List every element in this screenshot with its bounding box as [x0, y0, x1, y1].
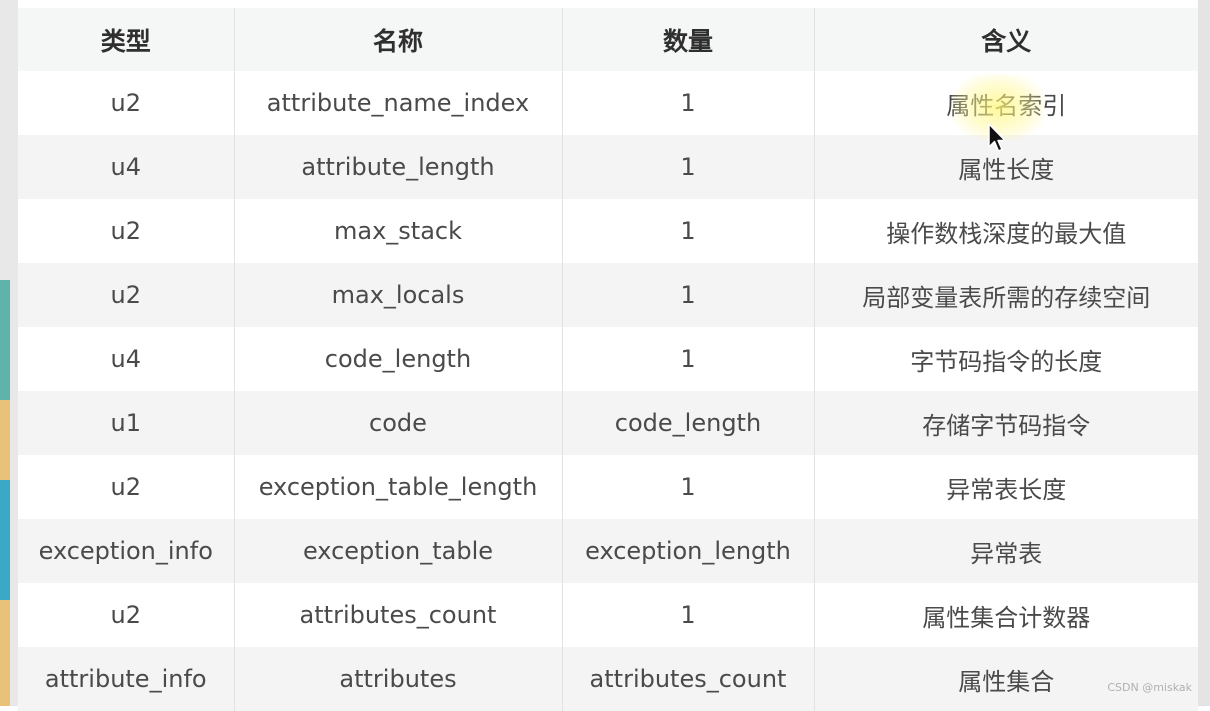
table-row: u2 max_stack 1 操作数栈深度的最大值 [18, 199, 1198, 263]
cell-name: exception_table_length [234, 455, 563, 519]
cell-name: max_stack [234, 199, 563, 263]
header-meaning: 含义 [814, 8, 1198, 71]
cell-type: exception_info [18, 519, 235, 583]
cell-count: 1 [562, 199, 815, 263]
cell-count: exception_length [562, 519, 815, 583]
cell-name: code [234, 391, 563, 455]
cell-meaning: 局部变量表所需的存续空间 [814, 263, 1198, 327]
header-name: 名称 [234, 8, 563, 71]
cell-meaning: 属性集合 [814, 647, 1198, 711]
table-row: attribute_info attributes attributes_cou… [18, 647, 1198, 711]
cell-meaning: 异常表长度 [814, 455, 1198, 519]
cell-name: attributes [234, 647, 563, 711]
cell-count: 1 [562, 583, 815, 647]
header-type: 类型 [18, 8, 235, 71]
cell-name: max_locals [234, 263, 563, 327]
cell-count: attributes_count [562, 647, 815, 711]
cell-meaning: 存储字节码指令 [814, 391, 1198, 455]
cell-name: attributes_count [234, 583, 563, 647]
table-row: u4 code_length 1 字节码指令的长度 [18, 327, 1198, 391]
cell-type: u2 [18, 455, 235, 519]
cell-type: u2 [18, 263, 235, 327]
table-row: u1 code code_length 存储字节码指令 [18, 391, 1198, 455]
table-row: exception_info exception_table exception… [18, 519, 1198, 583]
cell-type: u2 [18, 199, 235, 263]
background-window-strip [0, 0, 18, 706]
code-attribute-table: 类型 名称 数量 含义 u2 attribute_name_index 1 属性… [18, 8, 1198, 711]
table-row: u2 max_locals 1 局部变量表所需的存续空间 [18, 263, 1198, 327]
watermark: CSDN @miskak [1107, 681, 1192, 694]
table-row: u2 attribute_name_index 1 属性名索引 [18, 71, 1198, 135]
cell-type: u2 [18, 71, 235, 135]
cell-type: attribute_info [18, 647, 235, 711]
mouse-pointer-icon [988, 123, 1006, 152]
cell-meaning: 字节码指令的长度 [814, 327, 1198, 391]
cell-name: exception_table [234, 519, 563, 583]
cell-type: u4 [18, 327, 235, 391]
table-row: u2 exception_table_length 1 异常表长度 [18, 455, 1198, 519]
cell-name: code_length [234, 327, 563, 391]
cell-count: 1 [562, 135, 815, 199]
cell-name: attribute_length [234, 135, 563, 199]
cell-meaning: 属性集合计数器 [814, 583, 1198, 647]
table-row: u4 attribute_length 1 属性长度 [18, 135, 1198, 199]
cell-count: 1 [562, 263, 815, 327]
cell-count: 1 [562, 455, 815, 519]
cell-count: 1 [562, 327, 815, 391]
cell-meaning: 操作数栈深度的最大值 [814, 199, 1198, 263]
cell-count: 1 [562, 71, 815, 135]
cell-type: u1 [18, 391, 235, 455]
cell-type: u4 [18, 135, 235, 199]
cell-count: code_length [562, 391, 815, 455]
cell-type: u2 [18, 583, 235, 647]
table-row: u2 attributes_count 1 属性集合计数器 [18, 583, 1198, 647]
table-header-row: 类型 名称 数量 含义 [18, 8, 1198, 71]
header-count: 数量 [562, 8, 815, 71]
cell-meaning: 异常表 [814, 519, 1198, 583]
cell-name: attribute_name_index [234, 71, 563, 135]
scrollbar-area [1198, 0, 1210, 706]
